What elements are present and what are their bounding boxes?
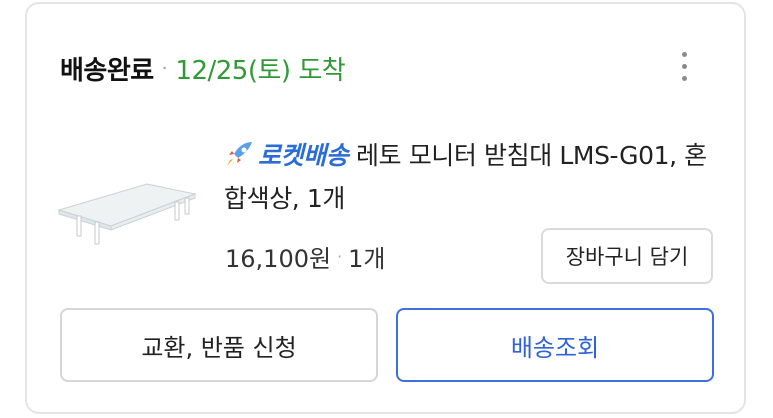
price-separator: ·	[337, 246, 343, 266]
return-request-button[interactable]: 교환, 반품 신청	[60, 308, 378, 382]
product-thumbnail[interactable]	[55, 170, 197, 248]
product-quantity: 1개	[348, 244, 386, 273]
add-to-cart-button[interactable]: 장바구니 담기	[541, 228, 713, 284]
track-delivery-button[interactable]: 배송조회	[396, 308, 714, 382]
rocket-delivery-badge: 로켓배송	[258, 141, 349, 170]
arrival-date: 12/25(토) 도착	[175, 55, 346, 86]
rocket-icon	[227, 142, 252, 167]
order-header: 배송완료 · 12/25(토) 도착	[60, 48, 346, 88]
price-row: 16,100원 · 1개	[225, 236, 386, 276]
delivery-status: 배송완료	[60, 55, 154, 86]
more-options-icon[interactable]	[672, 46, 696, 86]
product-title[interactable]: 로켓배송 레토 모니터 받침대 LMS-G01, 혼합색상, 1개	[224, 134, 724, 220]
product-price: 16,100원	[225, 244, 332, 273]
header-separator: ·	[161, 57, 168, 79]
